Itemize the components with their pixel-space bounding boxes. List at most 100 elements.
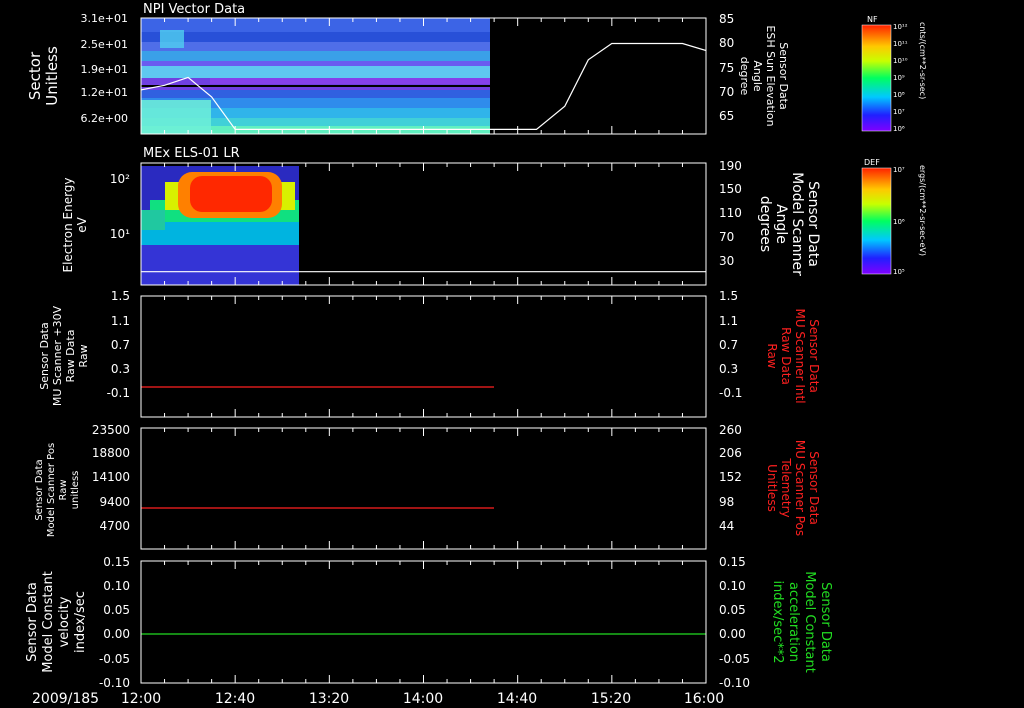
- tick-label: 4700: [99, 519, 130, 533]
- els-heatmap-low: [141, 240, 299, 285]
- tick-label: 3.1e+01: [81, 12, 128, 25]
- tick-label: 0.05: [103, 603, 130, 617]
- els-heatmap: [141, 166, 299, 285]
- tick-label: -0.10: [719, 676, 750, 690]
- tick-label: -0.10: [99, 676, 130, 690]
- panel-5-left-label: Sensor Data Model Constant velocity inde…: [25, 571, 88, 673]
- npi-heatmap-gap: [141, 85, 490, 87]
- axis-label-line: Sensor Data: [25, 582, 40, 662]
- axis-label-line: Sensor Data: [777, 42, 790, 109]
- axis-label-line: Sensor Data: [807, 319, 821, 393]
- tick-label: 0.10: [103, 579, 130, 593]
- panel-4-left-ticks: 23500 18800 14100 9400 4700: [92, 423, 130, 533]
- panel-4-right-label: Sensor Data MU Scanner Pos Telemetry Uni…: [765, 440, 821, 536]
- npi-heatmap-band: [141, 61, 490, 66]
- axis-label-line: Angle: [751, 60, 764, 92]
- panel-3-frame: [140, 295, 707, 418]
- color-bar-def: DEF 10⁷ 10⁶ 10⁵ ergs/(cm**2-sr-sec-eV): [861, 158, 927, 276]
- tick-label: 10⁶: [893, 218, 905, 226]
- axis-label-line: Sensor Data: [807, 451, 821, 525]
- axis-label-line: Raw Data: [64, 330, 77, 383]
- panel-scanner-raw: 1.5 1.1 0.7 0.3 -0.1 1.5 1.1 0.7 0.3 -0.…: [38, 289, 821, 418]
- panel-4-frame: [140, 427, 707, 550]
- tick-label: 10⁶: [893, 125, 905, 133]
- tick-label: 30: [719, 254, 734, 268]
- tick-label: 2.5e+01: [81, 38, 128, 51]
- tick-label: -0.1: [107, 386, 130, 400]
- tick-label: 0.00: [103, 627, 130, 641]
- tick-label: 1.5: [719, 289, 738, 303]
- panel-3-right-ticks: 1.5 1.1 0.7 0.3 -0.1: [719, 289, 742, 400]
- tick-label: 0.00: [719, 627, 746, 641]
- tick-label: 14100: [92, 470, 130, 484]
- axis-label-line: eV: [75, 216, 89, 232]
- tick-label: 152: [719, 470, 742, 484]
- color-bar-gradient: [861, 167, 892, 275]
- tick-label: 85: [719, 12, 734, 26]
- tick-label: 9400: [99, 495, 130, 509]
- panel-3-left-label: Sensor Data MU Scanner +30V Raw Data Raw: [38, 305, 90, 406]
- panel-3-left-ticks: 1.5 1.1 0.7 0.3 -0.1: [107, 289, 130, 400]
- tick-label: 10⁷: [893, 108, 905, 116]
- tick-label: 110: [719, 206, 742, 220]
- axis-label-line: Sensor Data: [805, 181, 821, 267]
- date-label: 2009/185: [32, 691, 99, 707]
- panel-5-right-label: Sensor Data Model Constant acceleration …: [770, 571, 833, 673]
- axis-label-line: unitless: [70, 471, 81, 510]
- panel-2-right-ticks: 190 150 110 70 30: [719, 159, 742, 268]
- axis-label-line: Sensor Data: [818, 582, 833, 662]
- axis-label-line: Raw: [765, 343, 779, 368]
- color-bar-ticks: 10⁷ 10⁶ 10⁵: [893, 166, 905, 276]
- time-series-figure: NPI Vector Data 3.1e+01 2.5e+01 1.9e+01 …: [25, 2, 927, 707]
- panel-5-left-ticks: 0.15 0.10 0.05 0.00 -0.05 -0.10: [99, 555, 130, 690]
- npi-heatmap-band: [141, 32, 490, 42]
- tick-label: 98: [719, 495, 734, 509]
- tick-label: 0.7: [719, 338, 738, 352]
- tick-label: -0.05: [719, 652, 750, 666]
- tick-label: 260: [719, 423, 742, 437]
- panel-2-right-label: Sensor Data Model Scanner Angle degrees: [757, 172, 821, 276]
- tick-label: 1.2e+01: [81, 86, 128, 99]
- time-tick-label: 13:20: [309, 691, 349, 707]
- tick-label: 1.9e+01: [81, 63, 128, 76]
- tick-label: 10¹²: [893, 23, 908, 31]
- tick-label: 75: [719, 61, 734, 75]
- color-bar-ticks: 10¹² 10¹¹ 10¹⁰ 10⁹ 10⁸ 10⁷ 10⁶: [893, 23, 908, 133]
- tick-label: 10¹⁰: [893, 57, 908, 65]
- panel-4-left-label: Sensor Data Model Scanner Pos Raw unitle…: [34, 443, 81, 537]
- tick-label: 18800: [92, 446, 130, 460]
- color-bar-nf: NF 10¹² 10¹¹ 10¹⁰ 10⁹ 10⁸ 10⁷ 10⁶ cnts/(…: [861, 15, 927, 133]
- axis-label-line: MU Scanner Pos: [793, 440, 807, 536]
- tick-label: 10⁸: [893, 91, 905, 99]
- axis-label-line: Model Scanner Pos: [46, 443, 57, 537]
- tick-label: 0.3: [111, 362, 130, 376]
- panel-1-left-label: Sector Unitless: [26, 46, 61, 106]
- tick-label: 0.10: [719, 579, 746, 593]
- tick-label: 80: [719, 36, 734, 50]
- tick-label: 65: [719, 109, 734, 123]
- time-axis: 2009/185 12:00 12:40 13:20 14:00 14:40 1…: [32, 691, 724, 707]
- tick-label: 150: [719, 182, 742, 196]
- panel-2-title: MEx ELS-01 LR: [143, 146, 240, 161]
- tick-label: 70: [719, 85, 734, 99]
- panel-2-left-ticks: 10² 10¹: [110, 172, 130, 241]
- panel-1-title: NPI Vector Data: [143, 2, 245, 17]
- panel-mex-els: MEx ELS-01 LR 10² 10¹ 190 150 110 70 30 …: [61, 146, 821, 286]
- npi-heatmap-band: [141, 66, 490, 78]
- time-tick-label: 14:40: [497, 691, 537, 707]
- axis-label-line: Sensor Data: [38, 322, 51, 389]
- time-tick-label: 16:00: [684, 691, 724, 707]
- axis-label-line: degree: [738, 57, 751, 96]
- axis-label-line: Model Constant: [41, 571, 56, 673]
- els-heatmap-edge: [141, 210, 165, 230]
- tick-label: 10⁹: [893, 74, 905, 82]
- tick-label: 0.15: [719, 555, 746, 569]
- time-tick-label: 12:40: [215, 691, 255, 707]
- panel-5-right-ticks: 0.15 0.10 0.05 0.00 -0.05 -0.10: [719, 555, 750, 690]
- tick-label: -0.1: [719, 386, 742, 400]
- axis-label-line: Angle: [773, 204, 789, 244]
- time-tick-label: 12:00: [121, 691, 161, 707]
- tick-label: 190: [719, 159, 742, 173]
- axis-label-line: MU Scanner +30V: [51, 305, 64, 406]
- axis-label-line: Electron Energy: [61, 177, 75, 272]
